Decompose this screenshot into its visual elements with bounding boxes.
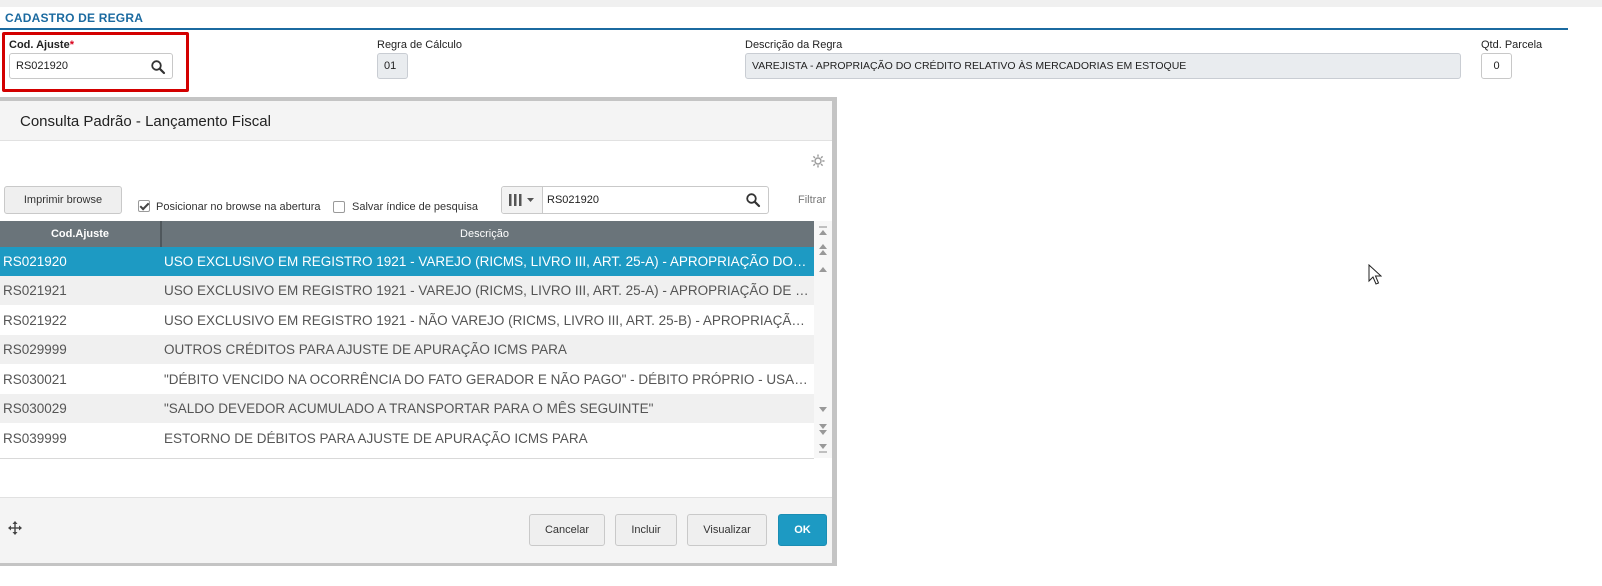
scroll-first-icon[interactable] — [816, 224, 830, 240]
regra-calculo-label: Regra de Cálculo — [377, 39, 462, 51]
search-input[interactable]: RS021920 — [547, 194, 599, 206]
page-title: CADASTRO DE REGRA — [5, 11, 144, 25]
scroll-page-down-icon[interactable] — [816, 421, 830, 437]
regra-calculo-value: 01 — [384, 60, 397, 72]
cell-descricao: USO EXCLUSIVO EM REGISTRO 1921 - VAREJO … — [164, 254, 809, 269]
cell-cod: RS029999 — [3, 342, 67, 357]
scroll-last-icon[interactable] — [816, 440, 830, 456]
cell-cod: RS030029 — [3, 401, 67, 416]
cell-descricao: "DÉBITO VENCIDO NA OCORRÊNCIA DO FATO GE… — [164, 372, 809, 387]
table-row[interactable]: RS039999 ESTORNO DE DÉBITOS PARA AJUSTE … — [0, 424, 814, 453]
cell-descricao: OUTROS CRÉDITOS PARA AJUSTE DE APURAÇÃO … — [164, 342, 567, 357]
position-on-open-checkbox[interactable] — [138, 200, 150, 212]
qtd-parcela-input[interactable]: 0 — [1481, 53, 1512, 79]
qtd-parcela-label: Qtd. Parcela — [1481, 39, 1543, 51]
gear-icon[interactable] — [810, 153, 826, 169]
print-browse-button[interactable]: Imprimir browse — [4, 186, 122, 214]
dialog-title: Consulta Padrão - Lançamento Fiscal — [20, 113, 271, 130]
cancel-button[interactable]: Cancelar — [529, 514, 605, 546]
cell-cod: RS021921 — [3, 283, 67, 298]
dialog-header: Consulta Padrão - Lançamento Fiscal — [0, 101, 832, 141]
table-row[interactable]: RS030021 "DÉBITO VENCIDO NA OCORRÊNCIA D… — [0, 365, 814, 394]
scroll-up-icon[interactable] — [816, 262, 830, 278]
descricao-regra-value: VAREJISTA - APROPRIAÇÃO DO CRÉDITO RELAT… — [752, 60, 1187, 72]
lookup-dialog: Consulta Padrão - Lançamento Fiscal Impr… — [0, 101, 832, 563]
cell-descricao: USO EXCLUSIVO EM REGISTRO 1921 - VAREJO … — [164, 283, 809, 298]
search-icon[interactable] — [745, 192, 761, 208]
scroll-page-up-icon[interactable] — [816, 242, 830, 258]
cell-descricao: ESTORNO DE DÉBITOS PARA AJUSTE DE APURAÇ… — [164, 431, 588, 446]
save-index-label: Salvar índice de pesquisa — [352, 201, 478, 213]
table-row[interactable]: RS021920 USO EXCLUSIVO EM REGISTRO 1921 … — [0, 247, 814, 276]
dialog-footer: Cancelar Incluir Visualizar OK — [0, 497, 832, 563]
cell-cod: RS039999 — [3, 431, 67, 446]
view-button[interactable]: Visualizar — [687, 514, 767, 546]
grid-scrollbar[interactable] — [814, 221, 832, 458]
title-underline — [0, 28, 1568, 30]
column-picker-button[interactable] — [502, 187, 543, 213]
qtd-parcela-value: 0 — [1493, 60, 1500, 72]
cell-cod: RS030021 — [3, 372, 67, 387]
descricao-regra-label: Descrição da Regra — [745, 39, 843, 51]
table-row[interactable]: RS029999 OUTROS CRÉDITOS PARA AJUSTE DE … — [0, 335, 814, 364]
include-button[interactable]: Incluir — [615, 514, 677, 546]
filter-link[interactable]: Filtrar — [798, 194, 826, 206]
table-row[interactable]: RS021922 USO EXCLUSIVO EM REGISTRO 1921 … — [0, 306, 814, 335]
move-icon[interactable] — [8, 521, 22, 535]
save-index-checkbox[interactable] — [333, 201, 345, 213]
results-grid: Cod.Ajuste Descrição RS021920 USO EXCLUS… — [0, 221, 814, 459]
mouse-cursor-icon — [1368, 264, 1382, 285]
grid-header: Cod.Ajuste Descrição — [0, 221, 814, 247]
regra-calculo-field: 01 — [377, 53, 408, 79]
cell-cod: RS021922 — [3, 313, 67, 328]
column-header-descricao[interactable]: Descrição — [162, 221, 807, 247]
search-bar: RS021920 — [501, 186, 769, 214]
cell-cod: RS021920 — [3, 254, 67, 269]
table-row[interactable]: RS030029 "SALDO DEVEDOR ACUMULADO A TRAN… — [0, 394, 814, 423]
cell-descricao: USO EXCLUSIVO EM REGISTRO 1921 - NÃO VAR… — [164, 313, 809, 328]
columns-icon — [509, 194, 534, 206]
highlight-frame — [2, 32, 189, 92]
column-header-cod[interactable]: Cod.Ajuste — [0, 221, 160, 247]
descricao-regra-field: VAREJISTA - APROPRIAÇÃO DO CRÉDITO RELAT… — [745, 53, 1461, 79]
table-row[interactable]: RS021921 USO EXCLUSIVO EM REGISTRO 1921 … — [0, 276, 814, 305]
position-on-open-label: Posicionar no browse na abertura — [156, 201, 321, 213]
cell-descricao: "SALDO DEVEDOR ACUMULADO A TRANSPORTAR P… — [164, 401, 654, 416]
ok-button[interactable]: OK — [778, 514, 827, 546]
top-strip — [0, 0, 1602, 7]
scroll-down-icon[interactable] — [816, 401, 830, 417]
